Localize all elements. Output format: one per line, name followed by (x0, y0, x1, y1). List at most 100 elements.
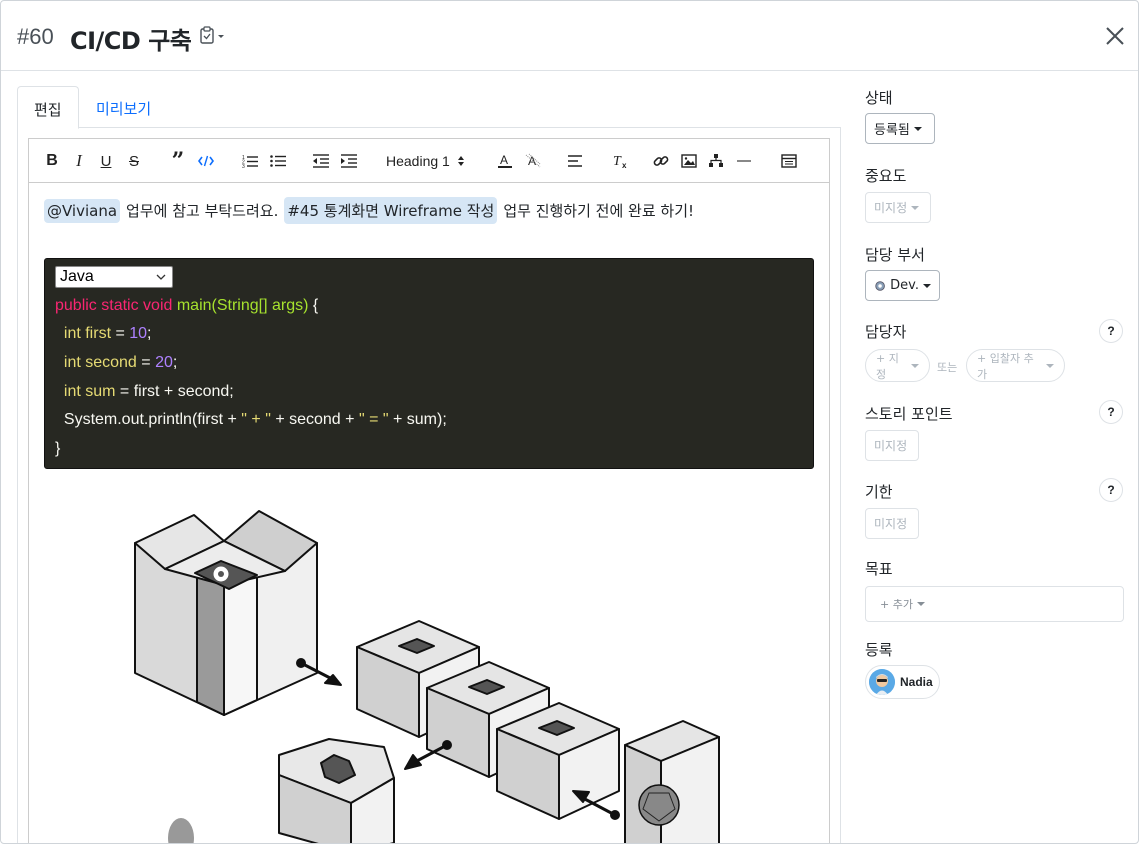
font-color-icon: A (498, 153, 512, 168)
svg-text:A: A (500, 153, 508, 167)
paragraph-text: 업무에 참고 부탁드려요. (126, 202, 279, 220)
code-token: main(String[] args) (176, 297, 309, 314)
italic-button[interactable]: I (70, 151, 88, 171)
code-line: System.out.println(first + " + " + secon… (55, 411, 447, 429)
bold-icon: B (46, 152, 58, 169)
code-language-value: Java (60, 268, 94, 285)
ordered-list-icon: 1 2 3 (242, 155, 258, 168)
priority-label: 중요도 (865, 167, 907, 185)
registrant-chip[interactable]: Nadia (865, 665, 940, 699)
code-token: ; (172, 354, 178, 371)
strikethrough-icon: S (128, 152, 139, 170)
add-participant-label: + 입찰자 추가 (977, 351, 1034, 381)
assign-button[interactable]: + 지정 (865, 349, 930, 382)
code-token: int second (63, 354, 137, 371)
svg-text:T: T (613, 154, 622, 169)
close-icon (1106, 27, 1124, 45)
svg-text:3: 3 (242, 164, 245, 168)
tab-edit[interactable]: 편집 (17, 86, 79, 129)
status-dropdown[interactable]: 등록됨 (865, 113, 935, 144)
caret-down-icon (1046, 363, 1054, 368)
code-token: = first + second; (115, 383, 234, 400)
diagram-button[interactable] (707, 151, 725, 171)
story-point-button[interactable]: 미지정 (865, 430, 919, 461)
close-button[interactable] (1102, 23, 1128, 49)
tab-preview[interactable]: 미리보기 (80, 86, 167, 129)
clear-format-button[interactable]: T x (611, 151, 629, 171)
department-dropdown[interactable]: Dev. (865, 270, 940, 301)
content-paragraph: @Viviana 업무에 참고 부탁드려요. #45 통계화면 Wirefram… (44, 197, 700, 224)
image-icon (681, 154, 697, 168)
underline-icon: U (100, 152, 112, 170)
font-color-button[interactable]: A (496, 151, 514, 171)
due-date-button[interactable]: 미지정 (865, 508, 919, 539)
status-value: 등록됨 (874, 123, 910, 138)
bold-button[interactable]: B (43, 151, 61, 171)
highlight-button[interactable]: A (524, 151, 542, 171)
chevron-updown-icon (457, 156, 464, 166)
issue-type-dropdown[interactable] (197, 24, 229, 48)
bullet-list-button[interactable] (269, 151, 287, 171)
code-block[interactable]: Java public static void main(String[] ar… (44, 258, 814, 469)
highlight-icon: A (525, 153, 541, 168)
add-participant-button[interactable]: + 입찰자 추가 (966, 349, 1065, 382)
goal-add-button[interactable]: + 추가 (865, 586, 1124, 622)
link-button[interactable] (652, 151, 670, 171)
issue-title[interactable]: CI/CD 구축 (70, 21, 192, 56)
ci-cd-illustration[interactable] (129, 493, 749, 844)
avatar (869, 669, 895, 695)
code-icon (198, 155, 214, 167)
horizontal-rule-button[interactable] (735, 151, 753, 171)
rich-text-editor[interactable]: B I U S ” 1 2 3 Heading 1 A A T x @Vivia… (28, 138, 830, 844)
or-text: 또는 (937, 361, 958, 374)
editor-content[interactable]: @Viviana 업무에 참고 부탁드려요. #45 통계화면 Wirefram… (29, 183, 829, 844)
outdent-button[interactable] (312, 151, 330, 171)
registrant-name: Nadia (900, 675, 933, 689)
clipboard-check-icon (200, 26, 224, 44)
heading-select-value: Heading 1 (386, 153, 450, 169)
align-left-icon (568, 155, 582, 167)
caret-down-icon (916, 602, 925, 606)
image-button[interactable] (680, 151, 698, 171)
code-token: = (111, 325, 130, 342)
underline-button[interactable]: U (97, 151, 115, 171)
user-mention[interactable]: @Viviana (44, 198, 121, 223)
indent-icon (341, 154, 357, 168)
code-token: { (308, 297, 319, 314)
story-point-help-button[interactable]: ? (1099, 400, 1123, 424)
caret-down-icon (911, 205, 920, 210)
issue-mention[interactable]: #45 통계화면 Wireframe 작성 (284, 197, 498, 224)
story-point-label: 스토리 포인트 (865, 405, 953, 423)
clear-format-icon: T x (613, 154, 627, 169)
table-button[interactable] (780, 151, 798, 171)
due-date-value: 미지정 (874, 517, 908, 531)
diagram-icon (709, 154, 723, 167)
indent-button[interactable] (340, 151, 358, 171)
align-button[interactable] (567, 151, 585, 171)
ordered-list-button[interactable]: 1 2 3 (241, 151, 259, 171)
blockquote-button[interactable]: ” (169, 148, 187, 174)
blockquote-icon: ” (171, 148, 185, 174)
modal-header: #60 CI/CD 구축 (1, 1, 1138, 71)
chevron-down-icon (156, 274, 166, 280)
code-line: public static void main(String[] args) { (55, 297, 318, 315)
code-token: 20 (155, 354, 173, 371)
registrant-label: 등록 (865, 641, 893, 659)
heading-select[interactable]: Heading 1 (386, 151, 476, 171)
code-token: " + " (241, 411, 271, 428)
code-button[interactable] (197, 151, 215, 171)
due-date-help-button[interactable]: ? (1099, 478, 1123, 502)
horizontal-rule-icon (737, 160, 751, 162)
priority-dropdown[interactable]: 미지정 (865, 192, 931, 223)
table-icon (781, 154, 797, 168)
department-value: Dev. (890, 278, 919, 293)
code-token: 10 (129, 325, 148, 342)
strikethrough-button[interactable]: S (125, 151, 143, 171)
assignee-help-button[interactable]: ? (1099, 319, 1123, 343)
code-token: " = " (358, 411, 389, 428)
assign-label: + 지정 (876, 351, 899, 381)
code-language-select[interactable]: Java (55, 266, 173, 288)
caret-down-icon (923, 283, 931, 288)
due-date-label: 기한 (865, 483, 893, 501)
code-token: public static void (55, 297, 173, 314)
